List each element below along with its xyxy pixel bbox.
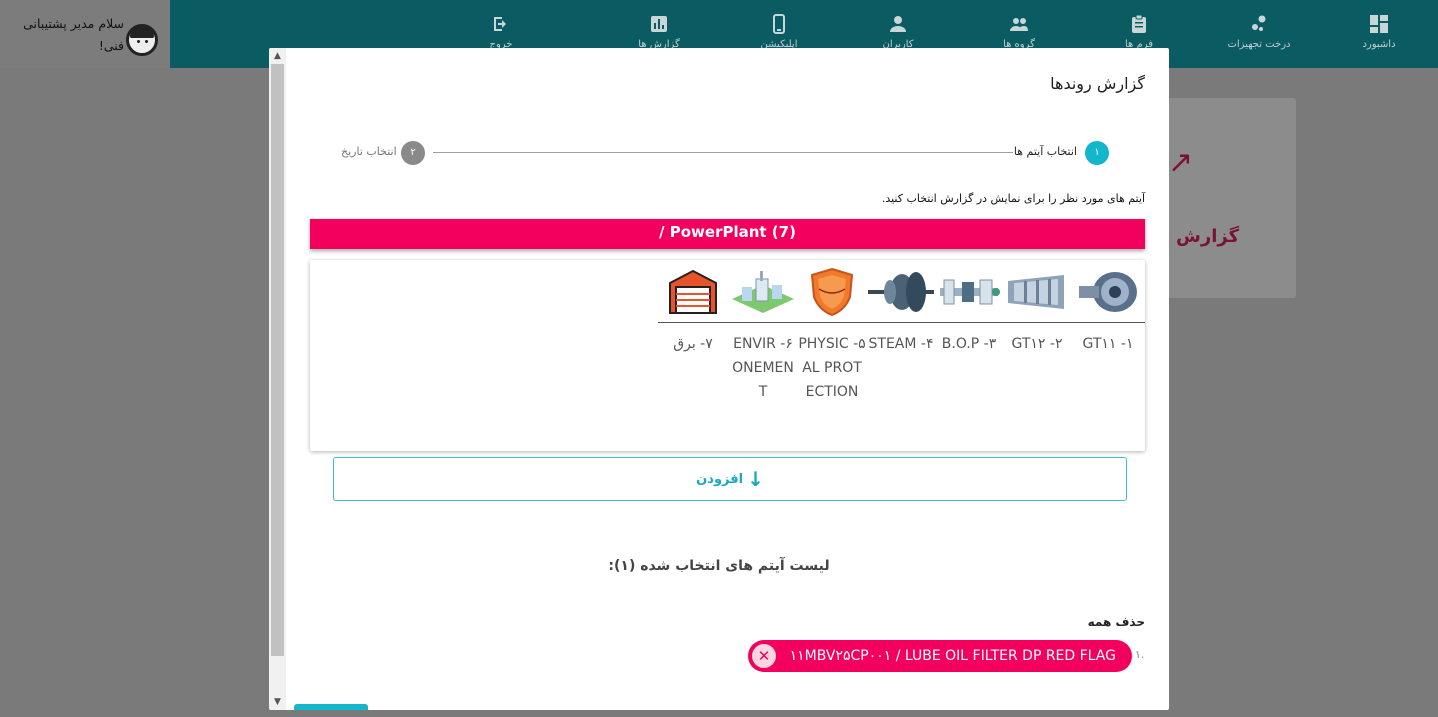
people-icon	[1010, 18, 1028, 31]
person-icon	[890, 16, 906, 32]
dialog-title: گزارش روندها	[1050, 74, 1145, 93]
scroll-up-icon[interactable]: ▲	[272, 50, 283, 62]
step-1-circle[interactable]: ۱	[1085, 141, 1109, 165]
step-1-label[interactable]: انتخاب آیتم ها	[1014, 145, 1077, 158]
gas-turbine-icon	[1079, 272, 1137, 312]
mobile-icon	[773, 14, 785, 34]
scroll-down-icon[interactable]: ▼	[272, 696, 283, 708]
arrow-icon: ↗	[1168, 145, 1194, 180]
shield-icon	[810, 267, 854, 317]
avatar[interactable]	[126, 24, 158, 56]
arrow-down-icon: ↓	[747, 467, 764, 491]
background-card	[1160, 98, 1296, 298]
close-icon[interactable]: ✕	[752, 644, 776, 668]
tree-icon	[1252, 15, 1266, 31]
item-label: ۴- STEAM	[868, 336, 934, 352]
user-box: سلام مدیر پشتیبانی فنی!	[0, 0, 170, 68]
nav-label: داشبورد	[1362, 39, 1396, 50]
scrollbar[interactable]: ▲ ▼	[269, 48, 286, 710]
item-label: ۵- PHYSICAL PROTECTION	[798, 336, 866, 400]
delete-all-button[interactable]: حذف همه	[1088, 615, 1145, 629]
factory-icon	[732, 271, 794, 313]
piping-plant-icon	[940, 279, 1000, 305]
trend-report-dialog: ▲ ▼ گزارش روندها ۱ انتخاب آیتم ها ۲ انتخ…	[269, 48, 1169, 710]
items-panel: ۱- GT۱۱ ۲- GT۱۲ ۳- B.O.P ۴- STEAM ۵- PHY…	[310, 260, 1145, 451]
garage-icon	[669, 269, 717, 314]
item-bop[interactable]: ۳- B.O.P	[936, 260, 1002, 450]
stepper: ۱ انتخاب آیتم ها ۲ انتخاب تاریخ	[339, 140, 1109, 166]
gas-turbine-icon	[1008, 275, 1064, 309]
selected-item-chip: ✕ ۱۱MBV۲۵CP۰۰۱ / LUBE OIL FILTER DP RED …	[748, 640, 1132, 672]
background-card-label: گزارش	[1176, 226, 1240, 247]
logout-icon	[494, 17, 506, 31]
item-label: ۶- ENVIRONEMENT	[732, 336, 794, 400]
add-button[interactable]: ↓ افزودن	[333, 457, 1127, 501]
breadcrumb[interactable]: / PowerPlant (7)	[310, 219, 1145, 249]
step-2-circle[interactable]: ۲	[401, 141, 425, 165]
item-label: ۷- برق	[673, 336, 713, 352]
user-greeting: سلام مدیر پشتیبانی فنی!	[23, 16, 124, 53]
list-item-index: ۱.	[1135, 648, 1145, 661]
instruction-text: آیتم های مورد نظر را برای نمایش در گزارش…	[881, 192, 1145, 205]
item-environment[interactable]: ۶- ENVIRONEMENT	[728, 260, 798, 450]
item-label: ۳- B.O.P	[941, 336, 997, 352]
next-button[interactable]	[294, 704, 368, 710]
item-steam[interactable]: ۴- STEAM	[866, 260, 936, 450]
item-gt11[interactable]: ۱- GT۱۱	[1072, 260, 1144, 450]
item-electricity[interactable]: ۷- برق	[658, 260, 728, 450]
item-gt12[interactable]: ۲- GT۱۲	[1002, 260, 1072, 450]
nav-label: درخت تجهیزات	[1227, 39, 1291, 50]
stepper-line	[433, 152, 1013, 153]
step-2-label[interactable]: انتخاب تاریخ	[341, 145, 397, 158]
item-physical-protection[interactable]: ۵- PHYSICAL PROTECTION	[798, 260, 866, 450]
selected-item-label: ۱۱MBV۲۵CP۰۰۱ / LUBE OIL FILTER DP RED FL…	[789, 648, 1116, 664]
nav-equipment-tree[interactable]: درخت تجهیزات	[1214, 14, 1304, 60]
bar-chart-icon	[651, 16, 667, 32]
steam-turbine-icon	[868, 272, 934, 312]
item-label: ۱- GT۱۱	[1082, 336, 1134, 352]
add-button-label: افزودن	[696, 471, 744, 487]
dashboard-icon	[1370, 15, 1388, 33]
selected-list-heading: لیست آیتم های انتخاب شده (۱):	[608, 558, 830, 574]
item-label: ۲- GT۱۲	[1011, 336, 1063, 352]
clipboard-icon	[1132, 14, 1146, 33]
nav-dashboard[interactable]: داشبورد	[1334, 14, 1424, 60]
